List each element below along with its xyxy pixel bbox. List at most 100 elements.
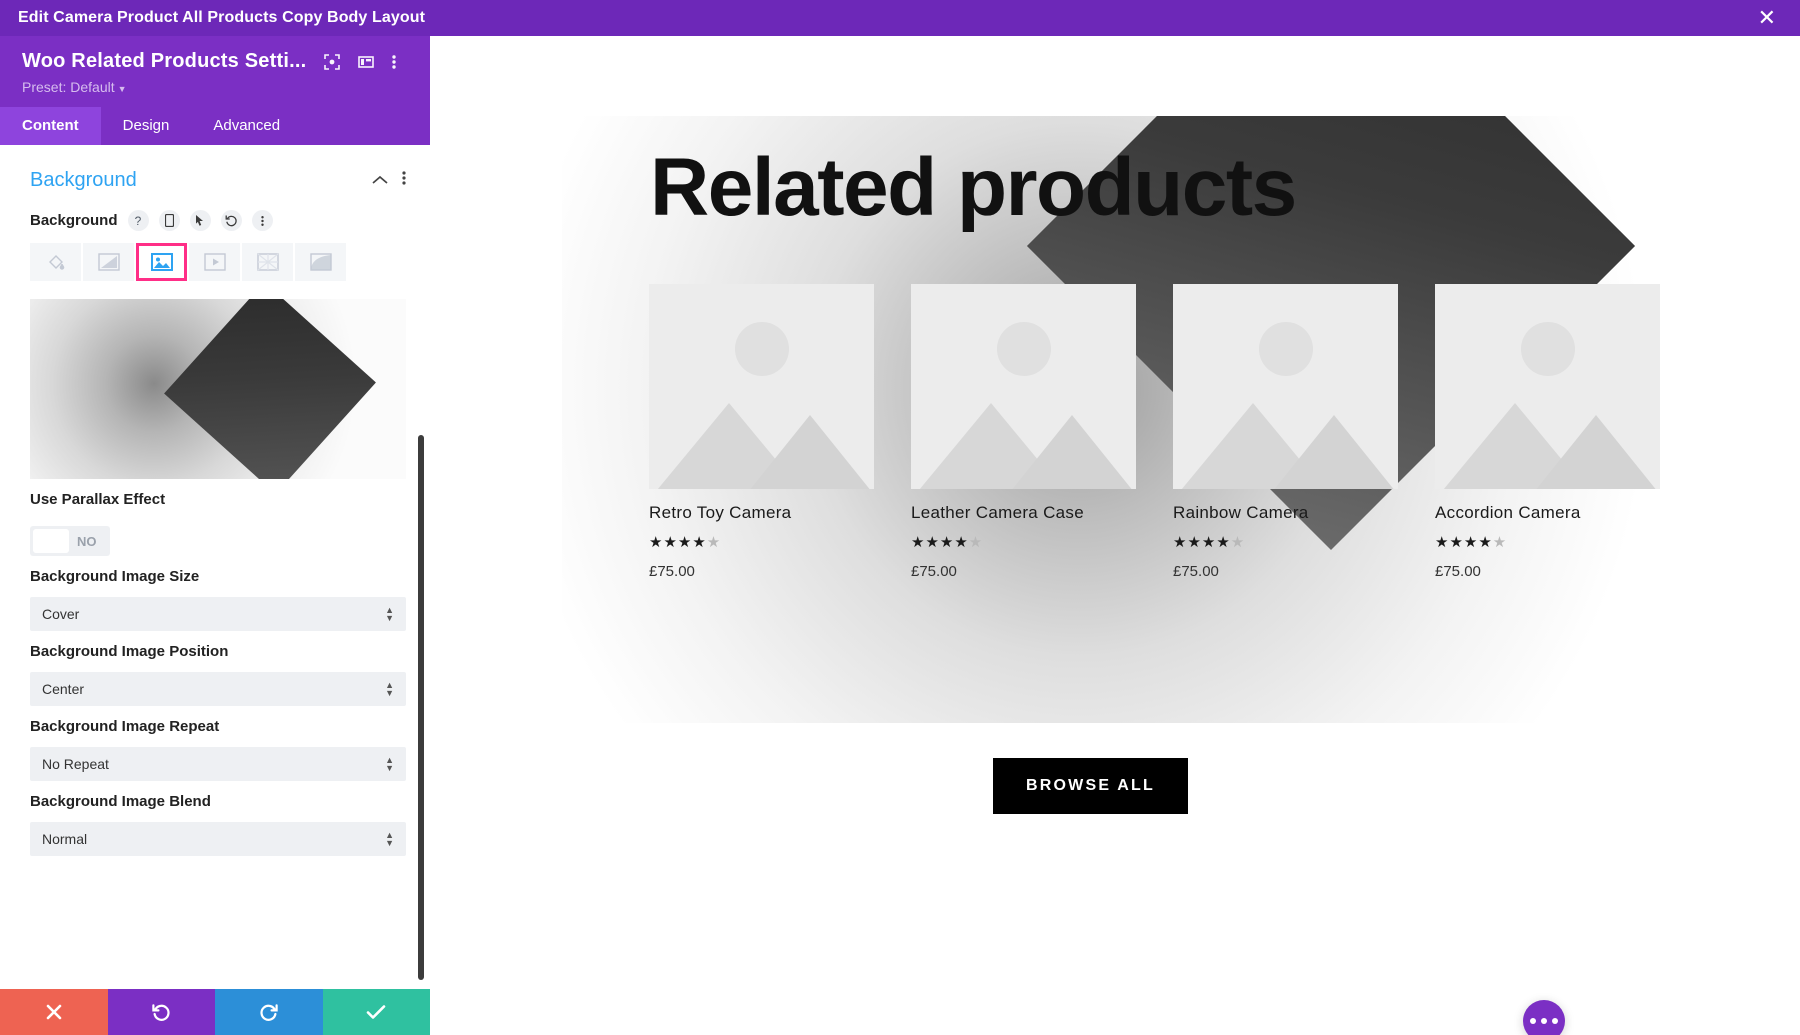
preset-selector[interactable]: Preset: Default ▼ xyxy=(22,79,408,95)
tab-content[interactable]: Content xyxy=(0,107,101,145)
product-name[interactable]: Accordion Camera xyxy=(1435,503,1660,523)
product-price: £75.00 xyxy=(1435,563,1481,580)
responsive-mobile-icon[interactable] xyxy=(158,210,180,231)
product-image-placeholder[interactable] xyxy=(1173,284,1398,489)
background-video-icon[interactable] xyxy=(189,243,240,281)
bg-blend-label: Background Image Blend xyxy=(30,793,211,810)
placeholder-mountain-icon xyxy=(1260,415,1398,489)
product-image-placeholder[interactable] xyxy=(911,284,1136,489)
placeholder-mountain-icon xyxy=(1522,415,1660,489)
hover-cursor-icon[interactable] xyxy=(189,210,211,231)
panel-scrollbar[interactable] xyxy=(418,435,424,980)
background-pattern-icon[interactable] xyxy=(242,243,293,281)
reset-undo-icon[interactable] xyxy=(220,210,242,231)
product-name[interactable]: Leather Camera Case xyxy=(911,503,1136,523)
preset-label: Preset: Default xyxy=(22,79,115,95)
background-color-icon[interactable] xyxy=(30,243,81,281)
product-card[interactable]: Retro Toy Camera ★★★★★ £75.00 xyxy=(649,284,874,580)
product-rating: ★★★★★ xyxy=(911,534,984,551)
product-name[interactable]: Rainbow Camera xyxy=(1173,503,1398,523)
bg-blend-value: Normal xyxy=(42,831,88,847)
background-image-icon[interactable] xyxy=(136,243,187,281)
bg-repeat-select[interactable]: No Repeat ▲ ▼ xyxy=(30,747,406,781)
product-rating: ★★★★★ xyxy=(1173,534,1246,551)
parallax-value: NO xyxy=(77,533,97,549)
bg-repeat-label: Background Image Repeat xyxy=(30,718,220,735)
chevron-down-icon: ▼ xyxy=(117,84,127,94)
placeholder-circle-icon xyxy=(1520,322,1575,376)
more-vertical-icon[interactable] xyxy=(392,54,397,70)
placeholder-mountain-icon xyxy=(998,415,1136,489)
background-image-preview[interactable] xyxy=(30,299,406,479)
select-arrows-icon: ▲ ▼ xyxy=(385,680,394,698)
background-mask-icon[interactable] xyxy=(295,243,346,281)
background-field-label: Background xyxy=(30,212,118,229)
browse-all-button[interactable]: BROWSE ALL xyxy=(993,758,1188,814)
product-card[interactable]: Accordion Camera ★★★★★ £75.00 xyxy=(1435,284,1660,580)
product-card[interactable]: Rainbow Camera ★★★★★ £75.00 xyxy=(1173,284,1398,580)
more-vertical-icon[interactable] xyxy=(402,170,406,191)
undo-button[interactable] xyxy=(107,989,215,1035)
select-arrows-icon: ▲ ▼ xyxy=(385,755,394,773)
bg-repeat-label-row: Background Image Repeat xyxy=(0,706,430,743)
bg-position-label: Background Image Position xyxy=(30,643,229,660)
panel-body: Background Background ? Use Parallax Eff… xyxy=(0,145,430,989)
preview-diamond-shape xyxy=(164,299,377,479)
product-image-placeholder[interactable] xyxy=(1435,284,1660,489)
close-icon[interactable]: ✕ xyxy=(1752,5,1782,31)
parallax-label-row: Use Parallax Effect xyxy=(0,479,430,516)
settings-tabs: Content Design Advanced xyxy=(0,107,430,145)
module-settings-panel: Woo Related Products Setti... Preset: De… xyxy=(0,36,430,1035)
parallax-toggle[interactable]: NO xyxy=(30,526,110,556)
save-button[interactable] xyxy=(322,989,430,1035)
product-rating: ★★★★★ xyxy=(1435,534,1508,551)
panel-header: Woo Related Products Setti... Preset: De… xyxy=(0,36,430,107)
tab-design[interactable]: Design xyxy=(101,107,192,145)
section-title[interactable]: Background xyxy=(30,169,137,192)
background-section-header: Background xyxy=(0,145,430,198)
bg-size-label: Background Image Size xyxy=(30,568,200,585)
related-products-section: Related products Retro Toy Camera ★★★★★ … xyxy=(562,116,1794,723)
placeholder-mountain-icon xyxy=(736,415,874,489)
cancel-button[interactable] xyxy=(0,989,108,1035)
bg-position-select[interactable]: Center ▲ ▼ xyxy=(30,672,406,706)
bg-repeat-value: No Repeat xyxy=(42,756,109,772)
page-title: Edit Camera Product All Products Copy Bo… xyxy=(18,9,426,26)
background-gradient-icon[interactable] xyxy=(83,243,134,281)
toggle-knob xyxy=(33,529,69,553)
more-horizontal-icon[interactable] xyxy=(1523,1000,1565,1035)
editor-title-bar: Edit Camera Product All Products Copy Bo… xyxy=(0,0,1800,36)
page-preview-canvas: Related products Retro Toy Camera ★★★★★ … xyxy=(430,36,1800,1035)
panel-action-bar xyxy=(0,989,430,1035)
module-title: Woo Related Products Setti... xyxy=(22,50,307,72)
bg-position-value: Center xyxy=(42,681,85,697)
background-field-label-row: Background ? xyxy=(0,198,430,239)
product-grid: Retro Toy Camera ★★★★★ £75.00 Leather Ca… xyxy=(649,284,1660,580)
layout-columns-icon[interactable] xyxy=(358,54,375,70)
focus-target-icon[interactable] xyxy=(324,53,341,70)
redo-button[interactable] xyxy=(215,989,323,1035)
tab-advanced[interactable]: Advanced xyxy=(191,107,302,145)
placeholder-circle-icon xyxy=(734,322,789,376)
background-type-tabs xyxy=(30,243,406,281)
bg-size-select[interactable]: Cover ▲ ▼ xyxy=(30,597,406,631)
bg-size-label-row: Background Image Size xyxy=(0,556,430,593)
parallax-label: Use Parallax Effect xyxy=(30,491,166,508)
product-price: £75.00 xyxy=(911,563,957,580)
select-arrows-icon: ▲ ▼ xyxy=(385,605,394,623)
product-card[interactable]: Leather Camera Case ★★★★★ £75.00 xyxy=(911,284,1136,580)
bg-size-value: Cover xyxy=(42,606,80,622)
product-price: £75.00 xyxy=(649,563,695,580)
placeholder-circle-icon xyxy=(996,322,1051,376)
bg-blend-label-row: Background Image Blend xyxy=(0,781,430,818)
product-image-placeholder[interactable] xyxy=(649,284,874,489)
chevron-up-icon[interactable] xyxy=(372,172,388,190)
help-icon[interactable]: ? xyxy=(127,210,149,231)
bg-blend-select[interactable]: Normal ▲ ▼ xyxy=(30,822,406,856)
product-name[interactable]: Retro Toy Camera xyxy=(649,503,874,523)
product-rating: ★★★★★ xyxy=(649,534,722,551)
select-arrows-icon: ▲ ▼ xyxy=(385,830,394,848)
more-vertical-icon[interactable] xyxy=(251,210,273,231)
placeholder-circle-icon xyxy=(1258,322,1313,376)
bg-position-label-row: Background Image Position xyxy=(0,631,430,668)
